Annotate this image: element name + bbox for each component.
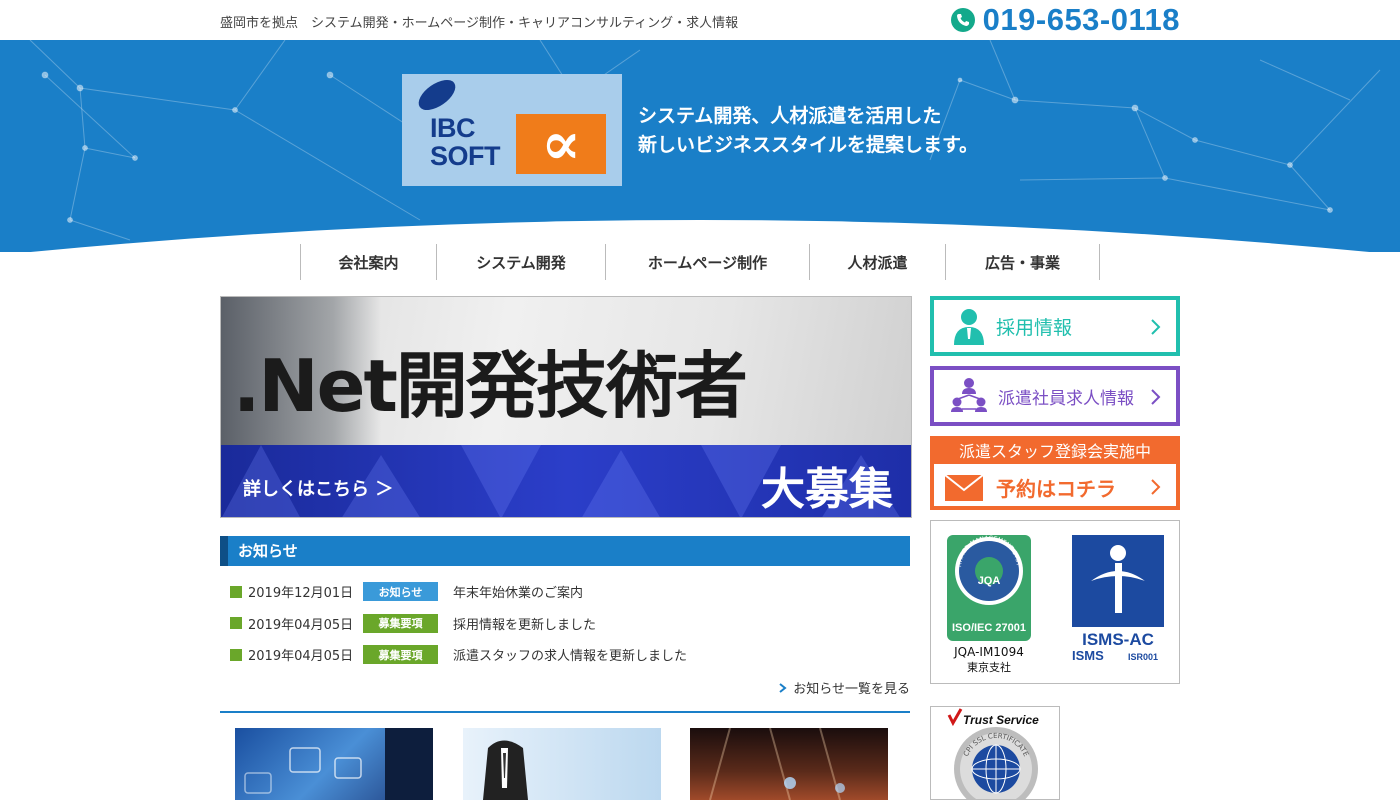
- ssl-certificate-seal: Trust Service CPI SSL CERTIFICATE: [947, 708, 1039, 799]
- nav-staffing[interactable]: 人材派遣: [810, 244, 946, 280]
- person-icon: [954, 309, 984, 345]
- logo-wordmark: IBC SOFT: [430, 113, 501, 171]
- dispatch-job-button[interactable]: 派遣社員求人情報: [930, 366, 1180, 426]
- mail-icon: [944, 474, 984, 501]
- banner-title: .Net開発技術者: [233, 344, 748, 428]
- hero-slogan: システム開発、人材派遣を活用した 新しいビジネススタイルを提案します。: [638, 105, 979, 156]
- recruit-banner[interactable]: .Net開発技術者 詳しくはこちら ＞ 大募集: [220, 296, 912, 518]
- news-title[interactable]: 派遣スタッフの求人情報を更新しました: [453, 645, 687, 664]
- jqa-standard-text: ISO/IEC 27001: [952, 622, 1026, 634]
- company-logo[interactable]: IBC SOFT ∝: [402, 73, 622, 186]
- hero-header: IBC SOFT ∝ システム開発、人材派遣を活用した 新しいビジネススタイルを…: [0, 40, 1400, 252]
- thumbnail-system-dev[interactable]: [235, 728, 433, 800]
- top-bar: 盛岡市を拠点 システム開発・ホームページ制作・キャリアコンサルティング・求人情報…: [0, 0, 1400, 40]
- thumbnail-staffing[interactable]: [463, 728, 661, 800]
- reservation-label: 予約はコチラ: [996, 476, 1116, 501]
- news-item[interactable]: 2019年04月05日 募集要項 採用情報を更新しました: [230, 608, 910, 640]
- chevron-right-icon: [779, 682, 787, 693]
- isms-sub-label: ISMS: [1072, 648, 1104, 663]
- staff-registration-button[interactable]: 派遣スタッフ登録会実施中 予約はコチラ: [930, 436, 1180, 510]
- thumbnail-events[interactable]: [690, 728, 888, 800]
- isms-ac-name: ISMS-AC: [1082, 630, 1154, 649]
- registration-banner-top: 派遣スタッフ登録会実施中: [934, 440, 1176, 464]
- bullet-square: [230, 617, 242, 630]
- chevron-right-icon: [1151, 389, 1161, 405]
- phone-icon: [950, 8, 975, 32]
- news-date: 2019年04月05日: [248, 617, 354, 633]
- news-title[interactable]: 採用情報を更新しました: [453, 614, 596, 633]
- bullet-square: [230, 648, 242, 661]
- jqa-branch: 東京支社: [967, 660, 1011, 674]
- phone-contact[interactable]: 019-653-0118: [950, 2, 1180, 38]
- recruit-info-label: 採用情報: [996, 316, 1073, 339]
- chevron-right-icon: [1151, 479, 1161, 495]
- isms-certification-marks: CERTIFIED MANAGEMENT SYSTEM JQA ISO/IEC …: [928, 516, 1164, 674]
- logo-oval-mark: [413, 73, 461, 117]
- isms-registration-code: ISR001: [1128, 652, 1158, 662]
- recruit-info-button[interactable]: 採用情報: [930, 296, 1180, 356]
- banner-lower-band: 詳しくはこちら ＞ 大募集: [221, 445, 911, 517]
- nav-advertising[interactable]: 広告・事業: [946, 244, 1100, 280]
- certification-logos: CERTIFIED MANAGEMENT SYSTEM JQA ISO/IEC …: [928, 516, 1180, 684]
- logo-alpha-mark: ∝: [516, 114, 606, 174]
- site-tagline: 盛岡市を拠点 システム開発・ホームページ制作・キャリアコンサルティング・求人情報: [220, 16, 739, 31]
- banner-details-link[interactable]: 詳しくはこちら ＞: [243, 475, 393, 501]
- nav-homepage[interactable]: ホームページ制作: [606, 244, 810, 280]
- dispatch-job-label: 派遣社員求人情報: [998, 388, 1134, 409]
- news-list: 2019年12月01日 お知らせ 年末年始休業のご案内 2019年04月05日 …: [230, 576, 910, 671]
- section-divider: [220, 711, 910, 713]
- news-title[interactable]: 年末年始休業のご案内: [453, 582, 583, 601]
- news-badge: 募集要項: [363, 645, 438, 665]
- businessman-image: [483, 740, 528, 800]
- team-network-icon: [951, 378, 987, 412]
- touch-interface-image: [244, 728, 433, 800]
- news-heading: お知らせ: [220, 536, 910, 566]
- jqa-mark-text: JQA: [978, 575, 1001, 587]
- news-item[interactable]: 2019年12月01日 お知らせ 年末年始休業のご案内: [230, 576, 910, 608]
- chevron-right-icon: [1151, 319, 1161, 335]
- news-item[interactable]: 2019年04月05日 募集要項 派遣スタッフの求人情報を更新しました: [230, 639, 910, 671]
- bullet-square: [230, 585, 242, 598]
- news-more-link[interactable]: お知らせ一覧を見る: [779, 678, 910, 697]
- news-date: 2019年12月01日: [248, 586, 354, 602]
- phone-number[interactable]: 019-653-0118: [983, 2, 1180, 38]
- stage-lights-image: [709, 728, 845, 800]
- trust-service-seal[interactable]: Trust Service CPI SSL CERTIFICATE: [930, 706, 1060, 800]
- news-badge: 募集要項: [363, 613, 438, 633]
- nav-company[interactable]: 会社案内: [301, 244, 437, 280]
- trust-service-title: Trust Service: [963, 713, 1039, 727]
- banner-recruiting-text: 大募集: [761, 464, 893, 515]
- news-date: 2019年04月05日: [248, 649, 354, 665]
- news-badge: お知らせ: [363, 582, 438, 602]
- main-navigation: 会社案内 システム開発 ホームページ制作 人材派遣 広告・事業: [300, 244, 1100, 280]
- jqa-certificate-id: JQA-IM1094: [953, 645, 1024, 659]
- nav-system-development[interactable]: システム開発: [437, 244, 606, 280]
